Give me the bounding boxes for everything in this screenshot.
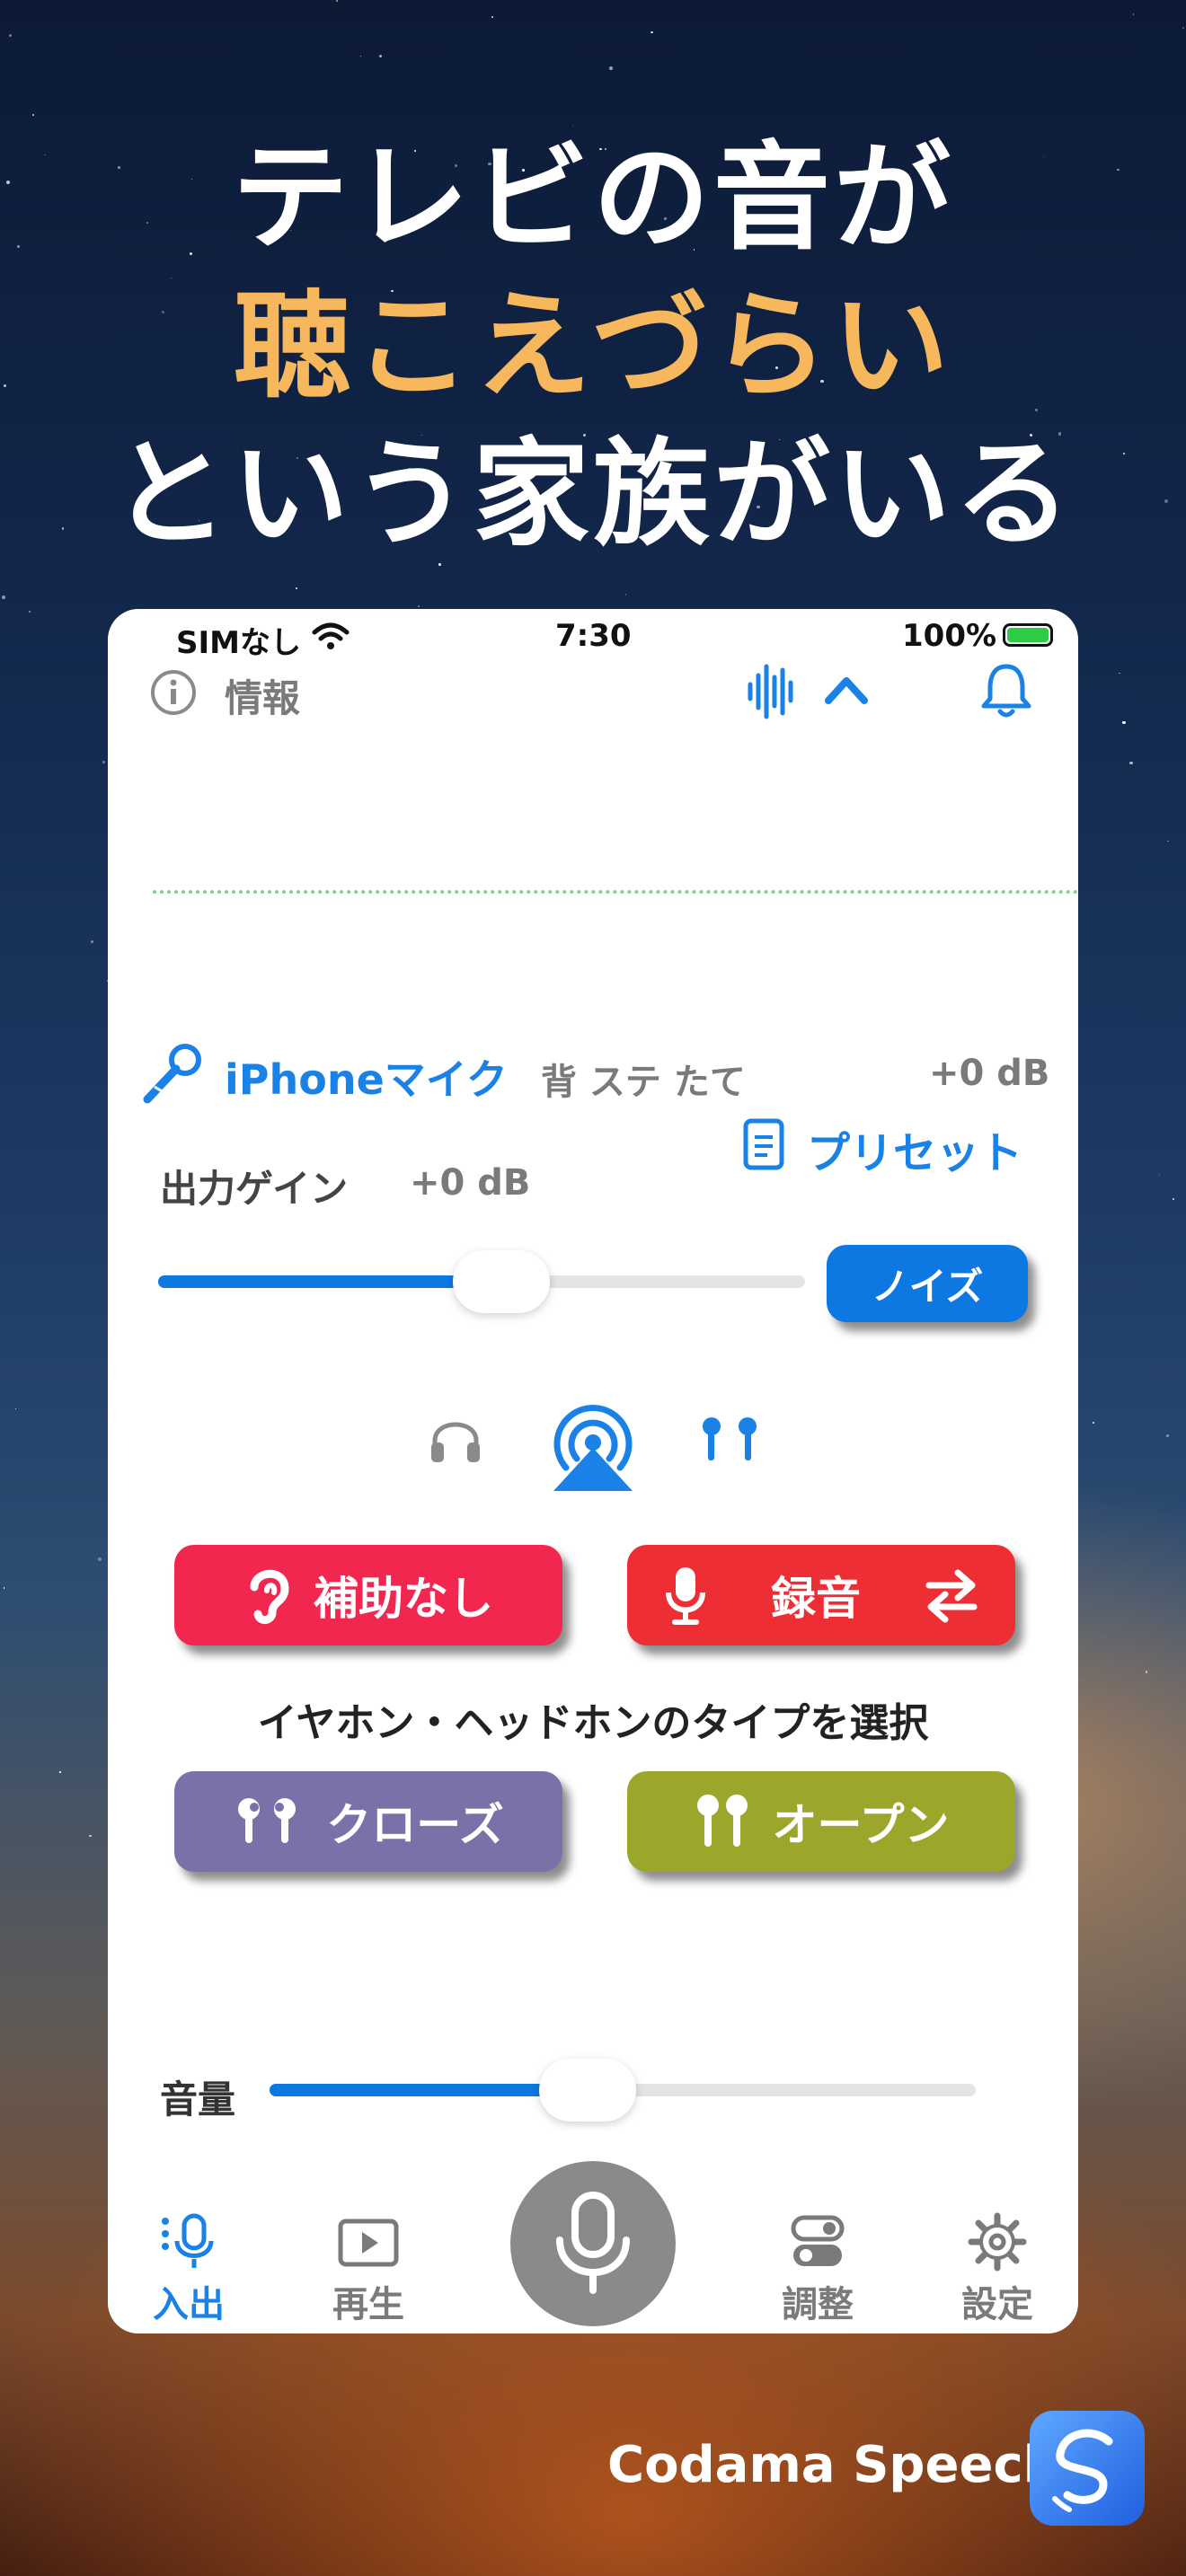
open-earbuds-icon	[696, 1795, 748, 1847]
carrier-label: SIMなし	[176, 625, 301, 661]
volume-thumb[interactable]	[538, 2059, 636, 2122]
microphone-input-icon	[143, 1044, 201, 1104]
clock: 7:30	[555, 618, 632, 654]
star	[102, 761, 105, 763]
tab-adjust[interactable]: 調整	[746, 2212, 890, 2327]
input-source-label[interactable]: iPhoneマイク	[225, 1047, 508, 1107]
noise-button[interactable]: ノイズ	[827, 1245, 1028, 1322]
volume-slider[interactable]	[270, 2059, 976, 2122]
no-assist-button[interactable]: 補助なし	[174, 1545, 562, 1645]
headline-line-2: 聴こえづらい	[233, 278, 953, 414]
gain-thumb[interactable]	[452, 1250, 550, 1313]
tab-settings[interactable]: 設定	[925, 2212, 1069, 2327]
tab-playback-label: 再生	[332, 2284, 404, 2325]
star	[624, 594, 627, 595]
headline-line-3: という家族がいる	[111, 426, 1075, 562]
volume-label: 音量	[160, 2078, 236, 2122]
record-label: 録音	[771, 1573, 861, 1625]
app-icon	[1030, 2411, 1145, 2526]
gain-label: 出力ゲイン	[160, 1167, 349, 1211]
info-label[interactable]: 情報	[225, 668, 300, 723]
gain-value: +0 dB	[410, 1162, 531, 1204]
headline-line-1: テレビの音が	[231, 129, 954, 266]
level-meter-line	[153, 890, 1078, 894]
star	[58, 1771, 61, 1773]
star	[491, 15, 493, 19]
open-type-label: オープン	[772, 1799, 950, 1851]
tab-io-label: 入出	[153, 2284, 225, 2325]
tab-io[interactable]: 入出	[117, 2212, 261, 2327]
gain-slider[interactable]	[158, 1250, 805, 1313]
chevron-up-icon[interactable]	[823, 674, 870, 706]
no-assist-label: 補助なし	[314, 1573, 493, 1625]
star	[1158, 1174, 1160, 1176]
mic-io-icon	[162, 2213, 214, 2268]
star	[1129, 761, 1133, 765]
earphone-type-title: イヤホン・ヘッドホンのタイプを選択	[257, 1700, 929, 1746]
tab-playback[interactable]: 再生	[296, 2212, 440, 2327]
wifi-icon	[312, 622, 350, 649]
closed-earbuds-icon	[238, 1798, 296, 1843]
tab-adjust-label: 調整	[782, 2284, 854, 2325]
headphones-icon[interactable]	[428, 1414, 483, 1466]
document-icon[interactable]	[742, 1117, 785, 1171]
input-db-value: +0 dB	[929, 1053, 1050, 1094]
airplay-icon[interactable]	[541, 1394, 645, 1495]
tab-settings-label: 設定	[961, 2284, 1033, 2325]
closed-type-button[interactable]: クローズ	[174, 1771, 562, 1872]
star	[417, 604, 420, 607]
star	[89, 1834, 92, 1838]
record-mic-button[interactable]	[510, 2161, 676, 2326]
waveform-icon[interactable]	[746, 663, 800, 720]
gain-fill	[158, 1275, 501, 1288]
input-mode-label: 背 ステ たて	[541, 1062, 746, 1103]
preset-button[interactable]: プリセット	[807, 1117, 1022, 1180]
star	[1182, 26, 1184, 29]
gear-icon	[968, 2212, 1027, 2272]
mic-icon	[556, 2192, 630, 2294]
mic-small-icon	[666, 1567, 705, 1625]
record-button[interactable]: 録音	[627, 1545, 1015, 1645]
bell-icon[interactable]	[979, 661, 1033, 720]
battery-percent: 100%	[902, 618, 997, 654]
toggles-icon	[791, 2215, 845, 2266]
star	[1145, 1671, 1147, 1673]
star	[378, 54, 382, 57]
phone-screen: SIMなし 7:30 100% 情報 iPhoneマイク 背 ステ たて +0 …	[108, 609, 1078, 2333]
star	[90, 940, 93, 943]
info-circle-icon[interactable]	[149, 668, 198, 717]
battery-icon	[1003, 623, 1053, 647]
swap-arrows-icon	[925, 1569, 978, 1623]
star	[609, 66, 613, 70]
closed-type-label: クローズ	[326, 1799, 504, 1851]
brand-name: Codama Speech	[607, 2436, 1059, 2494]
open-type-button[interactable]: オープン	[627, 1771, 1015, 1872]
earbuds-icon[interactable]	[697, 1414, 762, 1464]
play-icon	[338, 2219, 399, 2267]
ear-icon	[250, 1569, 289, 1624]
